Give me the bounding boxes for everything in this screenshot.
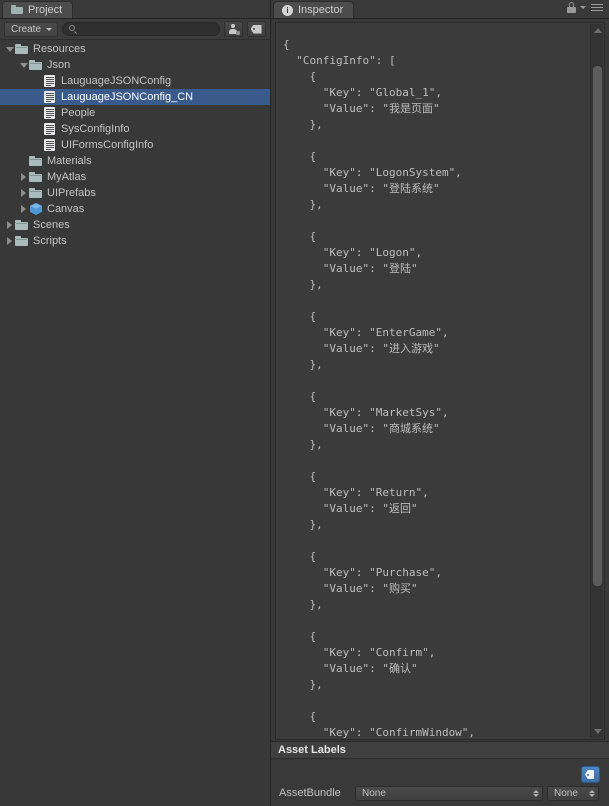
assetbundle-name-value: None <box>362 787 386 799</box>
tab-project[interactable]: Project <box>2 1 74 18</box>
unity-editor-window: Project Create Resources Json LauguageJS… <box>0 0 609 806</box>
text-asset-icon <box>43 138 57 152</box>
assetbundle-name-dropdown[interactable]: None <box>355 785 543 801</box>
folder-icon <box>15 42 29 56</box>
tree-row-label: Resources <box>33 43 86 55</box>
text-asset-preview: { "ConfigInfo": [ { "Key": "Global_1", "… <box>275 22 605 740</box>
tree-row[interactable]: Json <box>0 57 270 73</box>
asset-labels-title: Asset Labels <box>278 744 346 756</box>
tree-arrow-spacer <box>32 105 43 121</box>
chevron-right-icon[interactable] <box>4 217 15 233</box>
hamburger-menu-icon[interactable] <box>591 2 605 13</box>
project-toolbar: Create <box>0 19 270 40</box>
project-asset-tree[interactable]: Resources Json LauguageJSONConfig LauguageJ… <box>0 41 270 806</box>
person-filter-icon[interactable] <box>224 21 243 37</box>
tree-arrow-spacer <box>32 89 43 105</box>
tree-row-label: SysConfigInfo <box>61 123 130 135</box>
json-content: { "ConfigInfo": [ { "Key": "Global_1", "… <box>283 38 476 739</box>
tree-row[interactable]: LauguageJSONConfig <box>0 73 270 89</box>
tree-row-label: LauguageJSONConfig_CN <box>61 91 194 103</box>
tree-row[interactable]: Resources <box>0 41 270 57</box>
prefab-icon <box>29 202 43 216</box>
scrollbar-thumb[interactable] <box>593 66 602 586</box>
asset-labels-header[interactable]: Asset Labels <box>271 741 609 759</box>
tag-icon <box>585 770 596 779</box>
tab-project-label: Project <box>28 4 63 16</box>
chevron-down-icon <box>46 27 53 31</box>
scroll-up-icon[interactable] <box>594 28 602 33</box>
tree-arrow-spacer <box>18 153 29 169</box>
label-filter-icon[interactable] <box>247 21 266 37</box>
tree-row-label: Canvas <box>47 203 85 215</box>
tree-row-label: Scenes <box>33 219 70 231</box>
tab-inspector[interactable]: i Inspector <box>273 1 355 18</box>
folder-icon <box>15 218 29 232</box>
folder-icon <box>29 154 43 168</box>
chevron-updown-icon <box>589 789 595 797</box>
tree-arrow-spacer <box>32 73 43 89</box>
tree-row[interactable]: Scenes <box>0 217 270 233</box>
lock-icon[interactable] <box>567 2 576 13</box>
assetbundle-row: AssetBundle None None <box>271 785 609 801</box>
tree-row-label: UIFormsConfigInfo <box>61 139 154 151</box>
create-button[interactable]: Create <box>4 21 59 37</box>
inspector-tab-controls <box>567 2 605 13</box>
chevron-updown-icon <box>533 789 539 797</box>
chevron-down-icon[interactable] <box>580 6 586 9</box>
assetbundle-section: AssetBundle None None <box>271 759 609 806</box>
assetbundle-variant-value: None <box>554 787 578 799</box>
tree-row[interactable]: Materials <box>0 153 270 169</box>
tree-row-label: Scripts <box>33 235 67 247</box>
tree-row-label: MyAtlas <box>47 171 87 183</box>
chevron-right-icon[interactable] <box>18 185 29 201</box>
inspector-panel: i Inspector { "ConfigInfo": [ { "Key": "… <box>271 0 609 806</box>
tab-inspector-label: Inspector <box>298 4 344 16</box>
folder-icon <box>15 234 29 248</box>
tree-row[interactable]: Canvas <box>0 201 270 217</box>
tree-row-label: LauguageJSONConfig <box>61 75 172 87</box>
folder-icon <box>29 186 43 200</box>
tree-row[interactable]: UIFormsConfigInfo <box>0 137 270 153</box>
text-asset-icon <box>43 122 57 136</box>
tree-row-label: Materials <box>47 155 92 167</box>
chevron-down-icon[interactable] <box>4 41 15 57</box>
tree-row[interactable]: LauguageJSONConfig_CN <box>0 89 270 105</box>
project-panel: Project Create Resources Json LauguageJS… <box>0 0 271 806</box>
scroll-down-icon[interactable] <box>594 729 602 734</box>
tree-row-label: Json <box>47 59 71 71</box>
tree-row[interactable]: People <box>0 105 270 121</box>
assetbundle-variant-dropdown[interactable]: None <box>547 785 599 801</box>
search-input[interactable] <box>62 22 220 36</box>
text-asset-icon <box>43 90 57 104</box>
tag-glyph-icon <box>250 24 263 34</box>
project-tabbar: Project <box>0 0 270 19</box>
folder-icon <box>11 5 23 15</box>
tree-row[interactable]: UIPrefabs <box>0 185 270 201</box>
inspector-tabbar: i Inspector <box>271 0 609 19</box>
chevron-right-icon[interactable] <box>18 201 29 217</box>
folder-icon <box>29 170 43 184</box>
chevron-right-icon[interactable] <box>18 169 29 185</box>
text-asset-icon <box>43 106 57 120</box>
info-icon: i <box>282 4 293 16</box>
tree-row[interactable]: Scripts <box>0 233 270 249</box>
create-button-label: Create <box>11 23 42 35</box>
chevron-down-icon[interactable] <box>18 57 29 73</box>
tree-row-label: UIPrefabs <box>47 187 96 199</box>
folder-icon <box>29 58 43 72</box>
add-label-button[interactable] <box>581 766 600 783</box>
search-icon <box>69 25 77 34</box>
text-asset-icon <box>43 74 57 88</box>
tree-arrow-spacer <box>32 137 43 153</box>
assetbundle-label: AssetBundle <box>279 787 341 799</box>
tree-row[interactable]: SysConfigInfo <box>0 121 270 137</box>
tree-row-label: People <box>61 107 96 119</box>
tree-row[interactable]: MyAtlas <box>0 169 270 185</box>
tree-arrow-spacer <box>32 121 43 137</box>
inspector-scrollbar[interactable] <box>590 24 603 738</box>
chevron-right-icon[interactable] <box>4 233 15 249</box>
person-glyph-icon <box>228 23 240 35</box>
